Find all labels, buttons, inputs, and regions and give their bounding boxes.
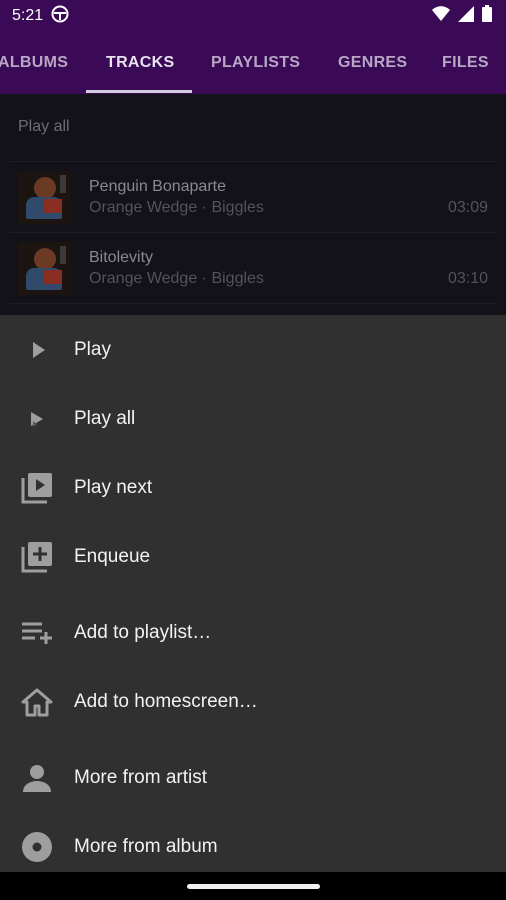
home-gesture-handle[interactable] <box>187 884 320 889</box>
track-subtitle: Orange Wedge · Biggles <box>89 270 264 287</box>
track-subtitle: Orange Wedge · Biggles <box>89 199 264 216</box>
signal-icon <box>458 5 474 27</box>
menu-label: Add to playlist… <box>74 622 212 643</box>
menu-item-play-next[interactable]: Play next <box>0 458 506 518</box>
context-menu-sheet: Play Play all Play next Enqueue Add to p… <box>0 315 506 872</box>
track-duration: 03:10 <box>447 270 488 287</box>
menu-item-more-from-artist[interactable]: More from artist <box>0 748 506 808</box>
menu-label: Play all <box>74 408 136 429</box>
track-row[interactable]: Penguin Bonaparte Orange Wedge · Biggles… <box>0 162 506 232</box>
menu-label: Add to homescreen… <box>74 691 258 712</box>
status-bar: 5:21 <box>0 0 506 32</box>
menu-item-enqueue[interactable]: Enqueue <box>0 527 506 587</box>
track-row[interactable]: Bitolevity Orange Wedge · Biggles 03:10 <box>0 233 506 303</box>
wifi-icon <box>432 5 450 27</box>
tab-genres[interactable]: GENRES <box>338 32 407 94</box>
track-title: Bitolevity <box>89 249 154 266</box>
track-title: Penguin Bonaparte <box>89 178 226 195</box>
tab-tracks[interactable]: TRACKS <box>106 32 174 94</box>
home-icon <box>18 683 56 721</box>
track-duration: 03:09 <box>447 199 488 216</box>
menu-label: Play <box>74 339 111 360</box>
album-art <box>18 171 71 224</box>
play-all-icon <box>18 400 56 438</box>
play-next-icon <box>18 469 56 507</box>
menu-item-add-to-homescreen[interactable]: Add to homescreen… <box>0 672 506 732</box>
album-art <box>18 242 71 295</box>
tab-albums[interactable]: ALBUMS <box>0 32 68 94</box>
album-icon <box>18 828 56 866</box>
vpn-icon <box>51 5 69 28</box>
play-all-row[interactable]: Play all <box>18 118 70 136</box>
menu-label: More from artist <box>74 767 208 788</box>
tab-playlists[interactable]: PLAYLISTS <box>211 32 300 94</box>
battery-icon <box>482 5 492 27</box>
tab-files[interactable]: FILES <box>442 32 489 94</box>
menu-item-play-all[interactable]: Play all <box>0 389 506 449</box>
menu-item-play[interactable]: Play <box>0 320 506 380</box>
enqueue-icon <box>18 538 56 576</box>
menu-label: Enqueue <box>74 546 151 567</box>
status-time: 5:21 <box>12 7 44 24</box>
active-tab-indicator <box>86 90 192 93</box>
menu-label: Play next <box>74 477 153 498</box>
divider <box>10 303 496 304</box>
play-icon <box>18 331 56 369</box>
menu-item-add-to-playlist[interactable]: Add to playlist… <box>0 603 506 663</box>
menu-item-more-from-album[interactable]: More from album <box>0 817 506 877</box>
menu-label: More from album <box>74 836 218 857</box>
person-icon <box>18 759 56 797</box>
tab-bar: ALBUMS TRACKS PLAYLISTS GENRES FILES <box>0 32 506 94</box>
playlist-add-icon <box>18 614 56 652</box>
